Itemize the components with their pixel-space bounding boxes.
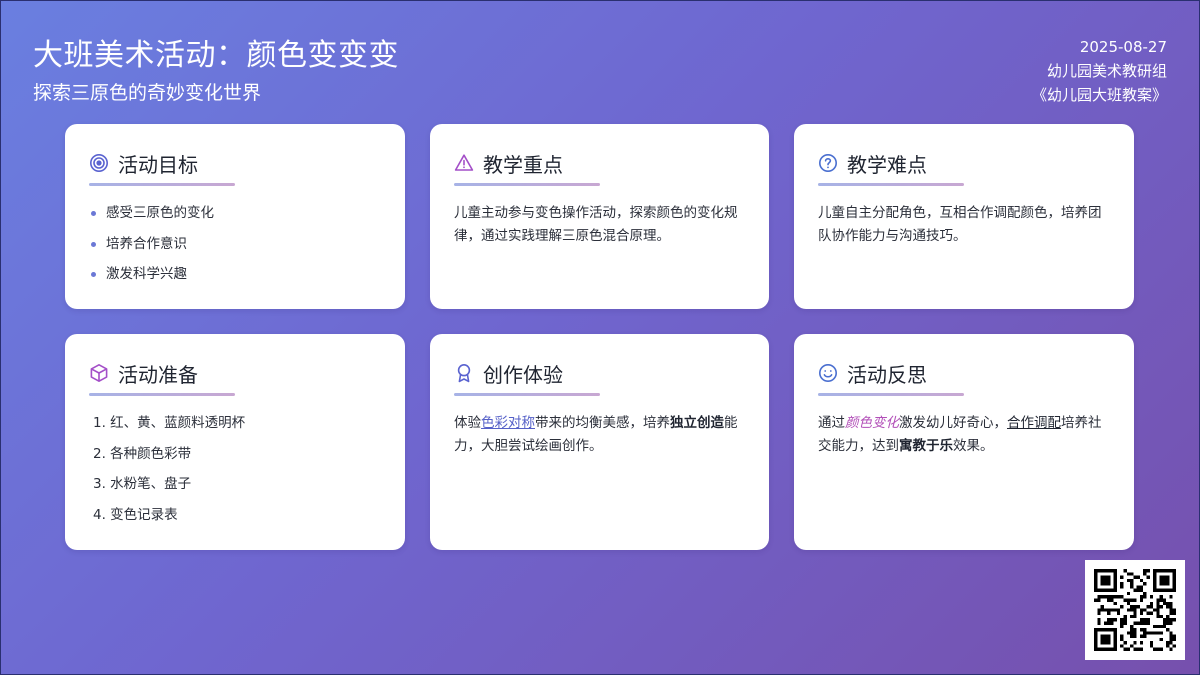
qr-code: [1085, 560, 1185, 660]
list-item: 1. 红、黄、蓝颜料透明杯: [93, 415, 246, 431]
warning-triangle-icon: [454, 153, 474, 173]
card-text: 体验色彩对称带来的均衡美感，培养独立创造能力，大胆尝试绘画创作。: [454, 412, 745, 458]
title-underline: [89, 183, 235, 186]
list-item: 3. 水粉笔、盘子: [93, 476, 192, 492]
italic-phrase: 颜色变化: [845, 415, 899, 431]
card-body: 感受三原色的变化 培养合作意识 激发科学兴趣: [89, 202, 381, 294]
card-preparation: 活动准备 1. 红、黄、蓝颜料透明杯 2. 各种颜色彩带 3. 水粉笔、盘子 4…: [65, 334, 405, 550]
smile-face-icon: [818, 363, 838, 383]
card-header: 教学难点: [818, 150, 1110, 177]
card-goals: 活动目标 感受三原色的变化 培养合作意识 激发科学兴趣: [65, 124, 405, 309]
card-text: 儿童自主分配角色，互相合作调配颜色，培养团队协作能力与沟通技巧。: [818, 205, 1102, 244]
card-text: 通过颜色变化激发幼儿好奇心，合作调配培养社交能力，达到寓教于乐效果。: [818, 412, 1110, 458]
page-title: 大班美术活动：颜色变变变: [33, 38, 399, 73]
card-reflection: 活动反思 通过颜色变化激发幼儿好奇心，合作调配培养社交能力，达到寓教于乐效果。: [794, 334, 1134, 550]
qr-code-graphic: [1094, 569, 1176, 651]
title-underline: [818, 393, 964, 396]
meta-date: 2025-08-27: [1079, 38, 1167, 56]
list-item: 感受三原色的变化: [89, 202, 381, 233]
bold-phrase: 寓教于乐: [899, 438, 953, 454]
text-segment: 通过: [818, 415, 845, 431]
text-segment: 效果。: [953, 438, 994, 454]
text-segment: 激发幼儿好奇心，: [899, 415, 1007, 431]
page-subtitle: 探索三原色的奇妙变化世界: [33, 82, 262, 104]
card-header: 活动准备: [89, 360, 381, 387]
underlined-phrase: 合作调配: [1007, 415, 1061, 431]
card-difficulties: 教学难点 儿童自主分配角色，互相合作调配颜色，培养团队协作能力与沟通技巧。: [794, 124, 1134, 309]
meta-author: 幼儿园美术教研组: [1046, 62, 1167, 80]
text-segment: 体验: [454, 415, 481, 431]
text-segment: 带来的均衡美感，培养: [535, 415, 670, 431]
card-title: 活动目标: [118, 152, 198, 177]
cube-icon: [89, 363, 109, 383]
title-underline: [454, 183, 600, 186]
question-circle-icon: [818, 153, 838, 173]
card-title: 教学重点: [483, 152, 563, 177]
card-text: 儿童主动参与变色操作活动，探索颜色的变化规律，通过实践理解三原色混合原理。: [454, 205, 738, 244]
title-underline: [89, 393, 235, 396]
card-header: 活动反思: [818, 360, 1110, 387]
color-symmetry-link[interactable]: 色彩对称: [481, 415, 535, 431]
goal-list: 感受三原色的变化 培养合作意识 激发科学兴趣: [89, 202, 381, 294]
header-meta: 2025-08-27 幼儿园美术教研组 《幼儿园大班教案》: [1032, 35, 1167, 107]
card-key-points: 教学重点 儿童主动参与变色操作活动，探索颜色的变化规律，通过实践理解三原色混合原…: [430, 124, 769, 309]
card-title: 创作体验: [483, 362, 563, 387]
materials-list: 1. 红、黄、蓝颜料透明杯 2. 各种颜色彩带 3. 水粉笔、盘子 4. 变色记…: [89, 412, 381, 534]
card-title: 教学难点: [847, 152, 927, 177]
target-icon: [89, 153, 109, 173]
title-underline: [818, 183, 964, 186]
card-body: 1. 红、黄、蓝颜料透明杯 2. 各种颜色彩带 3. 水粉笔、盘子 4. 变色记…: [89, 412, 381, 534]
card-header: 教学重点: [454, 150, 745, 177]
list-item: 培养合作意识: [89, 233, 381, 264]
title-underline: [454, 393, 600, 396]
card-title: 活动准备: [118, 362, 198, 387]
card-title: 活动反思: [847, 362, 927, 387]
meta-source: 《幼儿园大班教案》: [1031, 86, 1167, 104]
list-item: 2. 各种颜色彩带: [93, 445, 192, 462]
list-item: 4. 变色记录表: [93, 506, 178, 523]
list-item: 激发科学兴趣: [89, 263, 381, 294]
card-header: 活动目标: [89, 150, 381, 177]
award-ribbon-icon: [454, 363, 474, 383]
bold-phrase: 独立创造: [670, 415, 724, 431]
card-header: 创作体验: [454, 360, 745, 387]
card-experience: 创作体验 体验色彩对称带来的均衡美感，培养独立创造能力，大胆尝试绘画创作。: [430, 334, 769, 550]
